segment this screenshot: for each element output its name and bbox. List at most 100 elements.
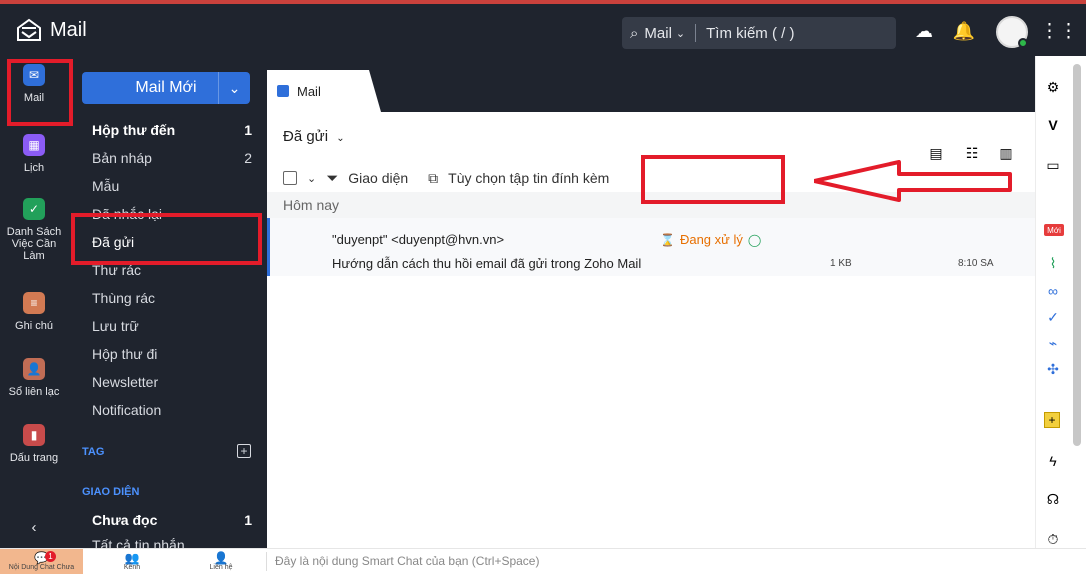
lightning-icon[interactable]: ϟ [1044, 452, 1062, 470]
avatar[interactable] [996, 16, 1028, 48]
accessibility-icon[interactable]: ☊ [1044, 490, 1062, 508]
folder-label: Bản nháp [92, 150, 152, 166]
bottom-chat-label: Nội Dung Chat Chưa [8, 564, 75, 571]
plus-icon[interactable]: + [237, 444, 251, 458]
folder-newsletter[interactable]: Newsletter [92, 374, 252, 390]
mail-tab-icon [277, 85, 289, 97]
window-icon[interactable]: ▭ [1044, 156, 1062, 174]
integration-icon[interactable]: ✣ [1044, 360, 1062, 378]
email-size: 1 KB [830, 258, 852, 269]
rail-item-notes[interactable]: ≡ Ghi chú [0, 292, 68, 332]
tab-label: Mail [297, 83, 321, 99]
vault-icon[interactable]: V [1044, 116, 1062, 134]
contact-icon: 👤 [213, 551, 229, 565]
link-icon[interactable]: ∞ [1044, 282, 1062, 300]
view-button[interactable]: Giao diện [348, 170, 408, 186]
calendar-icon: ▦ [23, 134, 45, 156]
folder-label: Hộp thư đến [92, 122, 176, 138]
attachment-options-button[interactable]: Tùy chọn tập tin đính kèm [448, 170, 609, 186]
highlight-status-box [641, 155, 785, 204]
folder-title[interactable]: Đã gửi ⌄ [283, 128, 345, 145]
chevron-down-icon[interactable]: ⌄ [307, 172, 316, 185]
bottom-channels[interactable]: 👥 Kênh [100, 549, 164, 574]
chevron-left-icon[interactable]: ‹ [0, 520, 68, 535]
folder-label: Hộp thư đi [92, 346, 158, 362]
search-separator [695, 24, 697, 42]
rail-label-tasks: Danh Sách Việc Cần Làm [6, 226, 62, 262]
status-text: Đang xử lý [679, 232, 743, 247]
view-count: 1 [244, 512, 252, 528]
rail-item-calendar[interactable]: ▦ Lịch [0, 134, 68, 174]
select-all-checkbox[interactable] [283, 171, 297, 185]
folder-outbox[interactable]: Hộp thư đi [92, 346, 252, 362]
tab-mail[interactable]: Mail [267, 70, 381, 112]
chat-badge: 1 [45, 551, 56, 562]
view-label: Tất cả tin nhắn [92, 538, 185, 548]
cloud-sync-icon[interactable]: ☁ [913, 20, 935, 42]
hourglass-icon: ⌛ [660, 232, 675, 247]
view-section-title: GIAO DIỆN [82, 486, 140, 498]
tab-strip: Mail [267, 56, 1035, 112]
bell-icon[interactable]: 🔔 [953, 20, 975, 42]
bottom-contacts[interactable]: 👤 Liên hệ [186, 549, 256, 574]
chart-icon[interactable]: ⌇ [1044, 254, 1062, 272]
smart-chat-input[interactable]: Đây là nội dung Smart Chat của bạn (Ctrl… [266, 552, 1026, 571]
folder-archive[interactable]: Lưu trữ [92, 318, 252, 334]
chevron-down-icon: ⌄ [336, 133, 345, 144]
clock-icon[interactable]: ⏱ [1044, 530, 1062, 548]
folder-drafts[interactable]: Bản nháp 2 [92, 150, 252, 166]
folder-count: 2 [244, 150, 252, 166]
highlight-sent-box [71, 213, 262, 265]
filter-icon: ⏷ [326, 169, 339, 187]
left-app-rail: ✉ Mail ▦ Lịch ✓ Danh Sách Việc Cần Làm ≡… [0, 56, 68, 548]
app-grid-icon[interactable]: ⋮⋮ [1040, 20, 1078, 42]
folder-label: Notification [92, 402, 162, 418]
mail-sidebar: Mail Mới ⌄ Hộp thư đến 1 Bản nháp 2 Mẫu Đã… [68, 56, 267, 548]
mail-main-panel: Mail Đã gửi ⌄ ▤ ☷ ▥ ⌄ ⏷ Giao diện ⧉ Tùy … [267, 56, 1035, 548]
search-input[interactable]: Tìm kiếm ( / ) [706, 25, 794, 42]
annotation-arrow [814, 160, 1012, 202]
search-scope[interactable]: Mail [644, 25, 672, 42]
email-from: "duyenpt" <duyenpt@hvn.vn> [332, 232, 505, 247]
compose-dropdown-icon[interactable]: ⌄ [218, 72, 250, 104]
channels-icon: 👥 [124, 551, 140, 565]
bookmark-icon: ▮ [23, 424, 45, 446]
check-icon[interactable]: ✓ [1044, 308, 1062, 326]
folder-count: 1 [244, 122, 252, 138]
check-circle-icon: ◯ [747, 232, 762, 247]
rail-item-bookmarks[interactable]: ▮ Dấu trang [0, 424, 68, 464]
add-note-icon[interactable]: + [1044, 412, 1060, 428]
folder-title-text: Đã gửi [283, 128, 329, 145]
rail-item-contacts[interactable]: 👤 Sổ liên lạc [0, 358, 68, 398]
bottom-channels-label: Kênh [123, 564, 141, 571]
rail-label-contacts: Sổ liên lạc [8, 386, 60, 398]
app-title: Mail [50, 18, 87, 41]
new-feature-icon[interactable]: Mới [1044, 224, 1064, 236]
view-unread[interactable]: Chưa đọc 1 [92, 512, 252, 528]
bottom-bar: 💬 Nội Dung Chat Chưa 1 👥 Kênh 👤 Liên hệ … [0, 548, 1086, 574]
view-all-messages[interactable]: Tất cả tin nhắn [92, 538, 252, 548]
bottom-chat[interactable]: 💬 Nội Dung Chat Chưa 1 [0, 549, 83, 574]
bottom-contacts-label: Liên hệ [209, 564, 233, 571]
email-row[interactable]: "duyenpt" <duyenpt@hvn.vn> Hướng dẫn các… [267, 218, 1035, 276]
compose-label: Mail Mới [135, 79, 197, 96]
view-label: Chưa đọc [92, 512, 158, 528]
folder-templates[interactable]: Mẫu [92, 178, 252, 194]
folder-inbox[interactable]: Hộp thư đến 1 [92, 122, 252, 138]
analytics-icon[interactable]: ⌁ [1044, 334, 1062, 352]
folder-notification[interactable]: Notification [92, 402, 252, 418]
compose-button[interactable]: Mail Mới ⌄ [82, 72, 250, 104]
rail-label-notes: Ghi chú [15, 320, 53, 332]
chevron-down-icon: ⌄ [675, 27, 686, 40]
attachment-icon: ⧉ [428, 169, 439, 186]
search-bar[interactable]: ⌕ Mail ⌄ Tìm kiếm ( / ) [622, 17, 896, 49]
contact-icon: 👤 [23, 358, 45, 380]
settings-icon[interactable]: ⚙ [1044, 78, 1062, 96]
tag-section-title: TAG [82, 446, 105, 458]
email-time: 8:10 SA [958, 258, 994, 269]
rail-item-tasks[interactable]: ✓ Danh Sách Việc Cần Làm [0, 198, 68, 262]
app-brand[interactable]: Mail [16, 18, 87, 42]
folder-label: Thùng rác [92, 290, 156, 306]
folder-trash[interactable]: Thùng rác [92, 290, 252, 306]
scrollbar[interactable] [1073, 64, 1081, 446]
